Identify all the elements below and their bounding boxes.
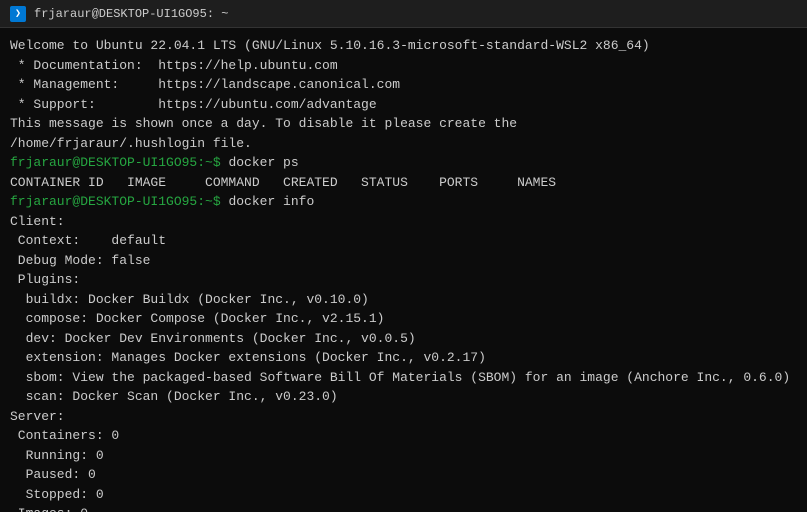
terminal-line: Plugins: — [10, 270, 797, 290]
terminal-line: /home/frjaraur/.hushlogin file. — [10, 134, 797, 154]
title-bar-text: frjaraur@DESKTOP-UI1GO95: ~ — [34, 7, 228, 21]
terminal-line: scan: Docker Scan (Docker Inc., v0.23.0) — [10, 387, 797, 407]
terminal-line: Containers: 0 — [10, 426, 797, 446]
terminal-line: sbom: View the packaged-based Software B… — [10, 368, 797, 388]
terminal-output: Welcome to Ubuntu 22.04.1 LTS (GNU/Linux… — [0, 28, 807, 512]
title-bar: ❯ frjaraur@DESKTOP-UI1GO95: ~ — [0, 0, 807, 28]
terminal-line: * Documentation: https://help.ubuntu.com — [10, 56, 797, 76]
terminal-line: compose: Docker Compose (Docker Inc., v2… — [10, 309, 797, 329]
terminal-line: Debug Mode: false — [10, 251, 797, 271]
terminal-line: extension: Manages Docker extensions (Do… — [10, 348, 797, 368]
terminal-line: * Support: https://ubuntu.com/advantage — [10, 95, 797, 115]
terminal-icon: ❯ — [10, 6, 26, 22]
terminal-line: buildx: Docker Buildx (Docker Inc., v0.1… — [10, 290, 797, 310]
terminal-line: dev: Docker Dev Environments (Docker Inc… — [10, 329, 797, 349]
terminal-line: * Management: https://landscape.canonica… — [10, 75, 797, 95]
terminal-line: Images: 0 — [10, 504, 797, 512]
terminal-line: Client: — [10, 212, 797, 232]
terminal-line: frjaraur@DESKTOP-UI1GO95:~$ docker ps — [10, 153, 797, 173]
terminal-line: Stopped: 0 — [10, 485, 797, 505]
terminal-line: Context: default — [10, 231, 797, 251]
terminal-line: Paused: 0 — [10, 465, 797, 485]
terminal-line: Welcome to Ubuntu 22.04.1 LTS (GNU/Linux… — [10, 36, 797, 56]
terminal-line: frjaraur@DESKTOP-UI1GO95:~$ docker info — [10, 192, 797, 212]
terminal-line: This message is shown once a day. To dis… — [10, 114, 797, 134]
terminal-line: CONTAINER ID IMAGE COMMAND CREATED STATU… — [10, 173, 797, 193]
terminal-line: Server: — [10, 407, 797, 427]
terminal-line: Running: 0 — [10, 446, 797, 466]
